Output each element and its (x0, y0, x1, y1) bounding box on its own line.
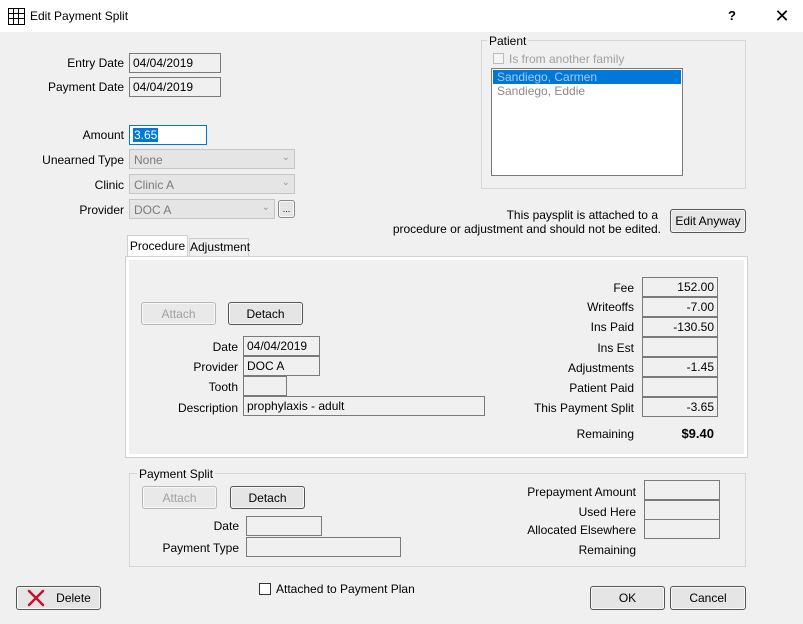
used-here-field[interactable] (644, 500, 720, 520)
clinic-value: Clinic A (134, 178, 175, 192)
provider-label: Provider (79, 203, 124, 217)
payment-plan-checkbox[interactable] (259, 583, 271, 595)
allocated-elsewhere-field[interactable] (644, 519, 720, 539)
delete-label: Delete (56, 591, 91, 605)
this-payment-split-label: This Payment Split (533, 401, 634, 415)
tab-procedure[interactable]: Procedure (127, 235, 188, 257)
description-field[interactable]: prophylaxis - adult (243, 396, 485, 416)
payment-type-label: Payment Type (162, 541, 240, 555)
procedure-attach-button[interactable]: Attach (141, 302, 216, 325)
notice-line-2: procedure or adjustment and should not b… (392, 222, 661, 236)
procedure-provider-field[interactable]: DOC A (243, 356, 320, 376)
payment-type-field[interactable] (246, 537, 401, 557)
tooth-field[interactable] (243, 376, 287, 396)
cancel-button[interactable]: Cancel (670, 586, 746, 610)
patient-paid-label: Patient Paid (569, 381, 634, 395)
tab-adjustment[interactable]: Adjustment (189, 238, 250, 256)
provider-value: DOC A (134, 203, 172, 217)
delete-button[interactable]: Delete (16, 586, 101, 610)
clinic-select[interactable]: Clinic A ⌄ (129, 174, 295, 194)
unearned-type-value: None (134, 153, 163, 167)
payment-split-date-label: Date (213, 519, 239, 533)
description-label: Description (177, 401, 238, 415)
from-other-family-checkbox[interactable] (493, 53, 504, 64)
chevron-down-icon: ⌄ (281, 177, 290, 188)
payment-split-remaining-label: Remaining (578, 543, 636, 557)
amount-input[interactable]: 3.65 (129, 125, 207, 145)
payment-split-attach-button[interactable]: Attach (142, 486, 217, 509)
provider-select[interactable]: DOC A ⌄ (129, 199, 275, 219)
ins-est-label: Ins Est (597, 341, 634, 355)
payment-date-label: Payment Date (47, 80, 124, 94)
writeoffs-field[interactable]: -7.00 (642, 297, 718, 317)
tooth-label: Tooth (208, 380, 238, 394)
fee-field[interactable]: 152.00 (642, 277, 718, 297)
payment-split-group-title: Payment Split (137, 467, 216, 481)
payment-split-detach-button[interactable]: Detach (230, 486, 305, 509)
allocated-elsewhere-label: Allocated Elsewhere (527, 523, 636, 537)
ok-button[interactable]: OK (590, 586, 665, 610)
payment-date-field[interactable]: 04/04/2019 (129, 77, 221, 97)
ins-est-field[interactable] (642, 337, 718, 357)
patient-paid-field[interactable] (642, 377, 718, 397)
from-other-family-label: Is from another family (509, 52, 625, 66)
procedure-date-field[interactable]: 04/04/2019 (243, 336, 320, 356)
this-payment-split-field[interactable]: -3.65 (642, 397, 718, 417)
close-icon[interactable]: ✕ (770, 6, 794, 26)
prepayment-amount-field[interactable] (644, 480, 720, 500)
clinic-label: Clinic (94, 178, 124, 192)
help-button[interactable]: ? (722, 6, 742, 26)
patient-list-item[interactable]: Sandiego, Eddie (493, 84, 681, 98)
patient-list[interactable]: Sandiego, Carmen Sandiego, Eddie (491, 68, 683, 176)
window-title: Edit Payment Split (30, 9, 129, 23)
fee-label: Fee (613, 281, 634, 295)
procedure-remaining-label: Remaining (576, 427, 634, 441)
adjustments-field[interactable]: -1.45 (642, 357, 718, 377)
provider-pick-button[interactable]: ... (278, 200, 295, 218)
edit-anyway-button[interactable]: Edit Anyway (670, 209, 746, 233)
patient-list-item[interactable]: Sandiego, Carmen (493, 70, 681, 84)
procedure-detach-button[interactable]: Detach (228, 302, 303, 325)
payment-plan-label: Attached to Payment Plan (276, 582, 415, 596)
ins-paid-label: Ins Paid (590, 320, 634, 334)
unearned-type-select[interactable]: None ⌄ (129, 149, 295, 169)
entry-date-field[interactable]: 04/04/2019 (129, 53, 221, 73)
chevron-down-icon: ⌄ (281, 152, 290, 163)
patient-group-title: Patient (487, 34, 529, 48)
amount-label: Amount (82, 128, 124, 142)
entry-date-label: Entry Date (67, 56, 124, 70)
notice-line-1: This paysplit is attached to a (506, 208, 658, 222)
prepayment-amount-label: Prepayment Amount (527, 485, 636, 499)
procedure-provider-label: Provider (193, 360, 238, 374)
ins-paid-field[interactable]: -130.50 (642, 317, 718, 337)
grid-app-icon (8, 8, 25, 25)
unearned-type-label: Unearned Type (42, 153, 124, 167)
delete-x-icon (27, 589, 45, 607)
procedure-remaining-value: $9.40 (681, 426, 714, 441)
amount-value: 3.65 (133, 128, 159, 142)
adjustments-label: Adjustments (567, 361, 634, 375)
used-here-label: Used Here (578, 505, 636, 519)
chevron-down-icon: ⌄ (261, 202, 270, 213)
writeoffs-label: Writeoffs (587, 300, 634, 314)
payment-split-date-field[interactable] (246, 516, 322, 536)
procedure-date-label: Date (212, 340, 238, 354)
